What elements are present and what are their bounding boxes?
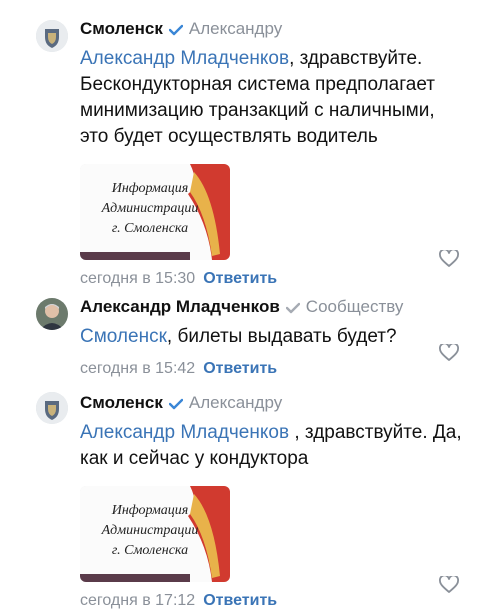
comment-header: Смоленск Александру xyxy=(80,18,463,42)
attachment-line: Администрации xyxy=(101,523,199,538)
attachment-line: Администрации xyxy=(101,201,199,216)
check-icon xyxy=(168,20,184,42)
reply-to: Сообществу xyxy=(305,297,404,316)
author-name[interactable]: Смоленск xyxy=(80,19,163,38)
mention-link[interactable]: Смоленск xyxy=(80,326,167,347)
avatar[interactable] xyxy=(36,392,68,424)
attachment-line: Информация xyxy=(111,503,189,518)
attachment-image[interactable]: Информация Администрации г. Смоленска xyxy=(80,486,230,582)
heart-icon[interactable] xyxy=(439,248,459,273)
attachment-line: г. Смоленска xyxy=(111,221,189,236)
comment-meta: сегодня в 15:42 Ответить xyxy=(80,358,463,380)
heart-icon[interactable] xyxy=(439,342,459,367)
timestamp: сегодня в 17:12 xyxy=(80,592,196,609)
avatar[interactable] xyxy=(36,20,68,52)
comment-meta: сегодня в 15:30 Ответить xyxy=(80,268,463,290)
reply-button[interactable]: Ответить xyxy=(203,360,277,377)
timestamp: сегодня в 15:42 xyxy=(80,360,196,377)
heart-icon[interactable] xyxy=(439,574,459,599)
comment-text: Александр Младченков , здравствуйте. Да,… xyxy=(80,420,463,472)
comment-body: , билеты выдавать будет? xyxy=(166,326,397,347)
attachment-image[interactable]: Информация Администрации г. Смоленска xyxy=(80,164,230,260)
check-icon xyxy=(285,298,300,320)
avatar[interactable] xyxy=(36,298,68,330)
comment-header: Смоленск Александру xyxy=(80,392,463,416)
comment-text: Александр Младченков, здравствуйте. Беск… xyxy=(80,46,463,150)
check-icon xyxy=(168,394,184,416)
comment-text: Смоленск, билеты выдавать будет? xyxy=(80,324,463,350)
timestamp: сегодня в 15:30 xyxy=(80,270,196,287)
attachment-line: г. Смоленска xyxy=(111,543,189,558)
author-name[interactable]: Александр Младченков xyxy=(80,297,280,316)
mention-link[interactable]: Александр Младченков xyxy=(80,48,289,69)
reply-to: Александру xyxy=(188,19,283,38)
comment-meta: сегодня в 17:12 Ответить xyxy=(80,590,463,612)
comment-header: Александр Младченков Сообществу xyxy=(80,296,463,320)
reply-button[interactable]: Ответить xyxy=(203,270,277,287)
author-name[interactable]: Смоленск xyxy=(80,393,163,412)
reply-to: Александру xyxy=(188,393,283,412)
attachment-line: Информация xyxy=(111,181,189,196)
mention-link[interactable]: Александр Младченков xyxy=(80,422,289,443)
reply-button[interactable]: Ответить xyxy=(203,592,277,609)
